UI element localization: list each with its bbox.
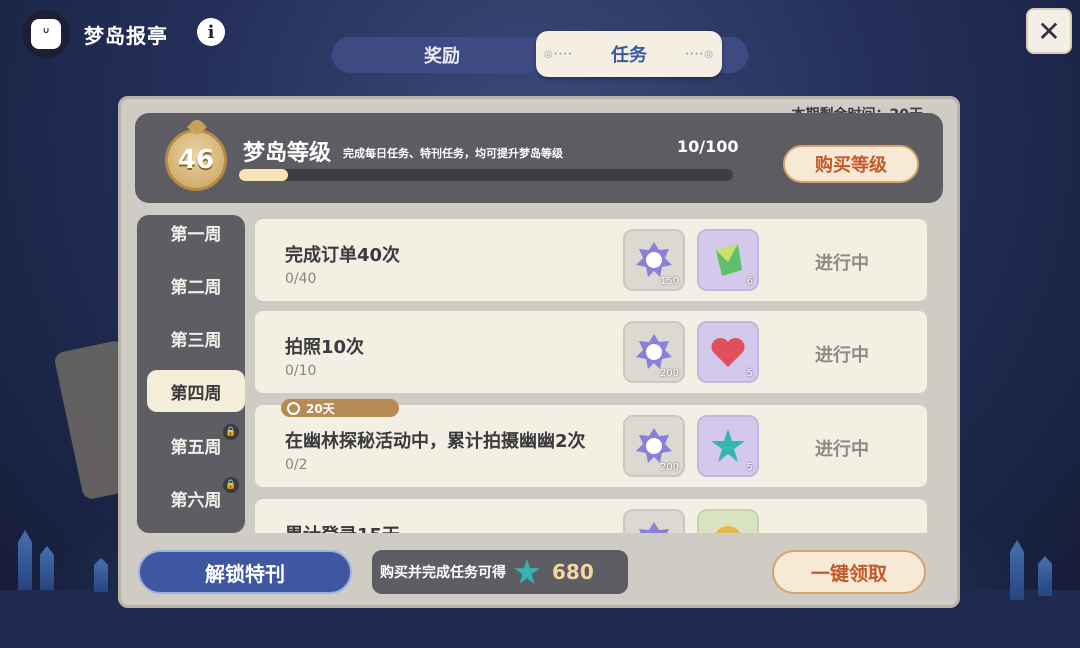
reward-slot[interactable]: 200 (623, 321, 685, 383)
reward-slot[interactable] (697, 509, 759, 533)
level-title: 梦岛等级 (243, 141, 332, 166)
task-row: 20天 在幽林探秘活动中，累计拍摄幽幽2次 0/2 200 5 进行中 (255, 399, 927, 487)
level-description: 完成每日任务、特刊任务，均可提升梦岛等级 (343, 147, 563, 160)
week-label: 第四周 (170, 383, 222, 404)
teal-star-crystal-icon (514, 559, 540, 584)
task-row: 完成订单40次 0/40 150 6 进行中 (255, 219, 927, 301)
sidebar-item-week-4[interactable]: 第四周 (147, 370, 245, 412)
task-progress: 0/2 (285, 457, 308, 473)
timer-text: 20天 (306, 401, 335, 416)
reward-slot[interactable] (623, 509, 685, 533)
tab-rewards[interactable]: 奖励 (332, 37, 552, 73)
week-label: 第六周 (170, 490, 222, 511)
reward-count: 5 (746, 462, 753, 473)
crystal-decoration (40, 546, 54, 590)
close-icon: ✕ (1037, 14, 1061, 48)
sidebar-item-week-3[interactable]: 第三周 (147, 317, 245, 359)
star-badge-icon (639, 522, 669, 533)
reward-count: 5 (746, 368, 753, 379)
task-row: 累计登录15天 (255, 499, 927, 533)
level-progress-text: 10/100 (677, 137, 739, 156)
crystal-decoration (18, 530, 32, 590)
timer-badge: 20天 (281, 399, 399, 417)
reward-slot[interactable]: 5 (697, 415, 759, 477)
sidebar-item-week-5[interactable]: 第五周 🔒 (147, 424, 245, 466)
level-progress-bar (239, 169, 733, 181)
buy-reward-info: 购买并完成任务可得 680 (372, 550, 628, 594)
reward-count: 200 (659, 368, 679, 379)
task-status: 进行中 (815, 253, 869, 274)
buy-level-button[interactable]: 购买等级 (783, 145, 919, 183)
reward-slot[interactable]: 5 (697, 321, 759, 383)
main-panel: 本期剩余时间：20天 46 梦岛等级 完成每日任务、特刊任务，均可提升梦岛等级 … (118, 96, 960, 608)
task-title: 完成订单40次 (285, 245, 401, 266)
clock-icon (287, 401, 300, 415)
lock-icon: 🔒 (223, 477, 239, 493)
task-title: 拍照10次 (285, 337, 365, 358)
claim-all-button[interactable]: 一键领取 (772, 550, 926, 594)
reward-count: 200 (659, 462, 679, 473)
reward-slot[interactable]: 6 (697, 229, 759, 291)
heart-gem-icon (711, 337, 745, 367)
reward-count: 150 (659, 276, 679, 287)
tab-tasks-label: 任务 (611, 45, 647, 66)
week-label: 第五周 (170, 437, 222, 458)
close-button[interactable]: ✕ (1026, 8, 1072, 54)
tab-ornament-icon: ◎···· (544, 49, 573, 60)
app-logo[interactable]: ᐡ (22, 10, 70, 58)
star-badge-icon (636, 428, 672, 463)
lock-icon: 🔒 (223, 424, 239, 440)
task-progress: 0/40 (285, 271, 317, 287)
tab-ornament-icon: ····◎ (685, 49, 714, 60)
tab-tasks[interactable]: ◎···· 任务 ····◎ (536, 31, 722, 77)
gold-coin-icon (715, 526, 741, 533)
level-badge: 46 (165, 129, 227, 191)
level-bar: 46 梦岛等级 完成每日任务、特刊任务，均可提升梦岛等级 10/100 购买等级 (135, 113, 943, 203)
reward-slot[interactable]: 150 (623, 229, 685, 291)
task-status: 进行中 (815, 345, 869, 366)
buy-info-amount: 680 (552, 560, 594, 584)
crystal-decoration (1038, 556, 1052, 596)
teal-star-crystal-icon (711, 429, 745, 462)
task-status: 进行中 (815, 439, 869, 460)
sidebar-item-week-2[interactable]: 第二周 (147, 264, 245, 306)
reward-count: 6 (746, 276, 753, 287)
crystal-decoration (1010, 540, 1024, 600)
tab-bar: 奖励 ◎···· 任务 ····◎ (332, 31, 748, 77)
week-label: 第一周 (170, 224, 222, 245)
task-row: 拍照10次 0/10 200 5 进行中 (255, 311, 927, 393)
green-leaf-crystal-icon (716, 244, 742, 276)
level-progress-fill (239, 169, 289, 181)
app-title: 梦岛报亭 (84, 24, 168, 48)
info-icon[interactable]: i (197, 18, 225, 46)
task-progress: 0/10 (285, 363, 317, 379)
week-sidebar: 第一周 第二周 第三周 第四周 第五周 🔒 第六周 🔒 (137, 215, 245, 533)
star-badge-icon (636, 242, 672, 277)
task-title: 累计登录15天 (285, 521, 400, 533)
task-title: 在幽林探秘活动中，累计拍摄幽幽2次 (285, 431, 586, 452)
star-badge-icon (636, 334, 672, 369)
week-label: 第三周 (170, 330, 222, 351)
buy-info-text: 购买并完成任务可得 (380, 565, 506, 581)
week-label: 第二周 (170, 277, 222, 298)
crystal-decoration (94, 558, 108, 592)
sidebar-item-week-6[interactable]: 第六周 🔒 (147, 477, 245, 519)
cat-face-icon: ᐡ (31, 19, 61, 49)
unlock-special-button[interactable]: 解锁特刊 (138, 550, 352, 594)
task-list[interactable]: 完成订单40次 0/40 150 6 进行中 拍照10次 0/10 200 5 (255, 215, 931, 533)
reward-slot[interactable]: 200 (623, 415, 685, 477)
sidebar-item-week-1[interactable]: 第一周 (147, 215, 245, 253)
